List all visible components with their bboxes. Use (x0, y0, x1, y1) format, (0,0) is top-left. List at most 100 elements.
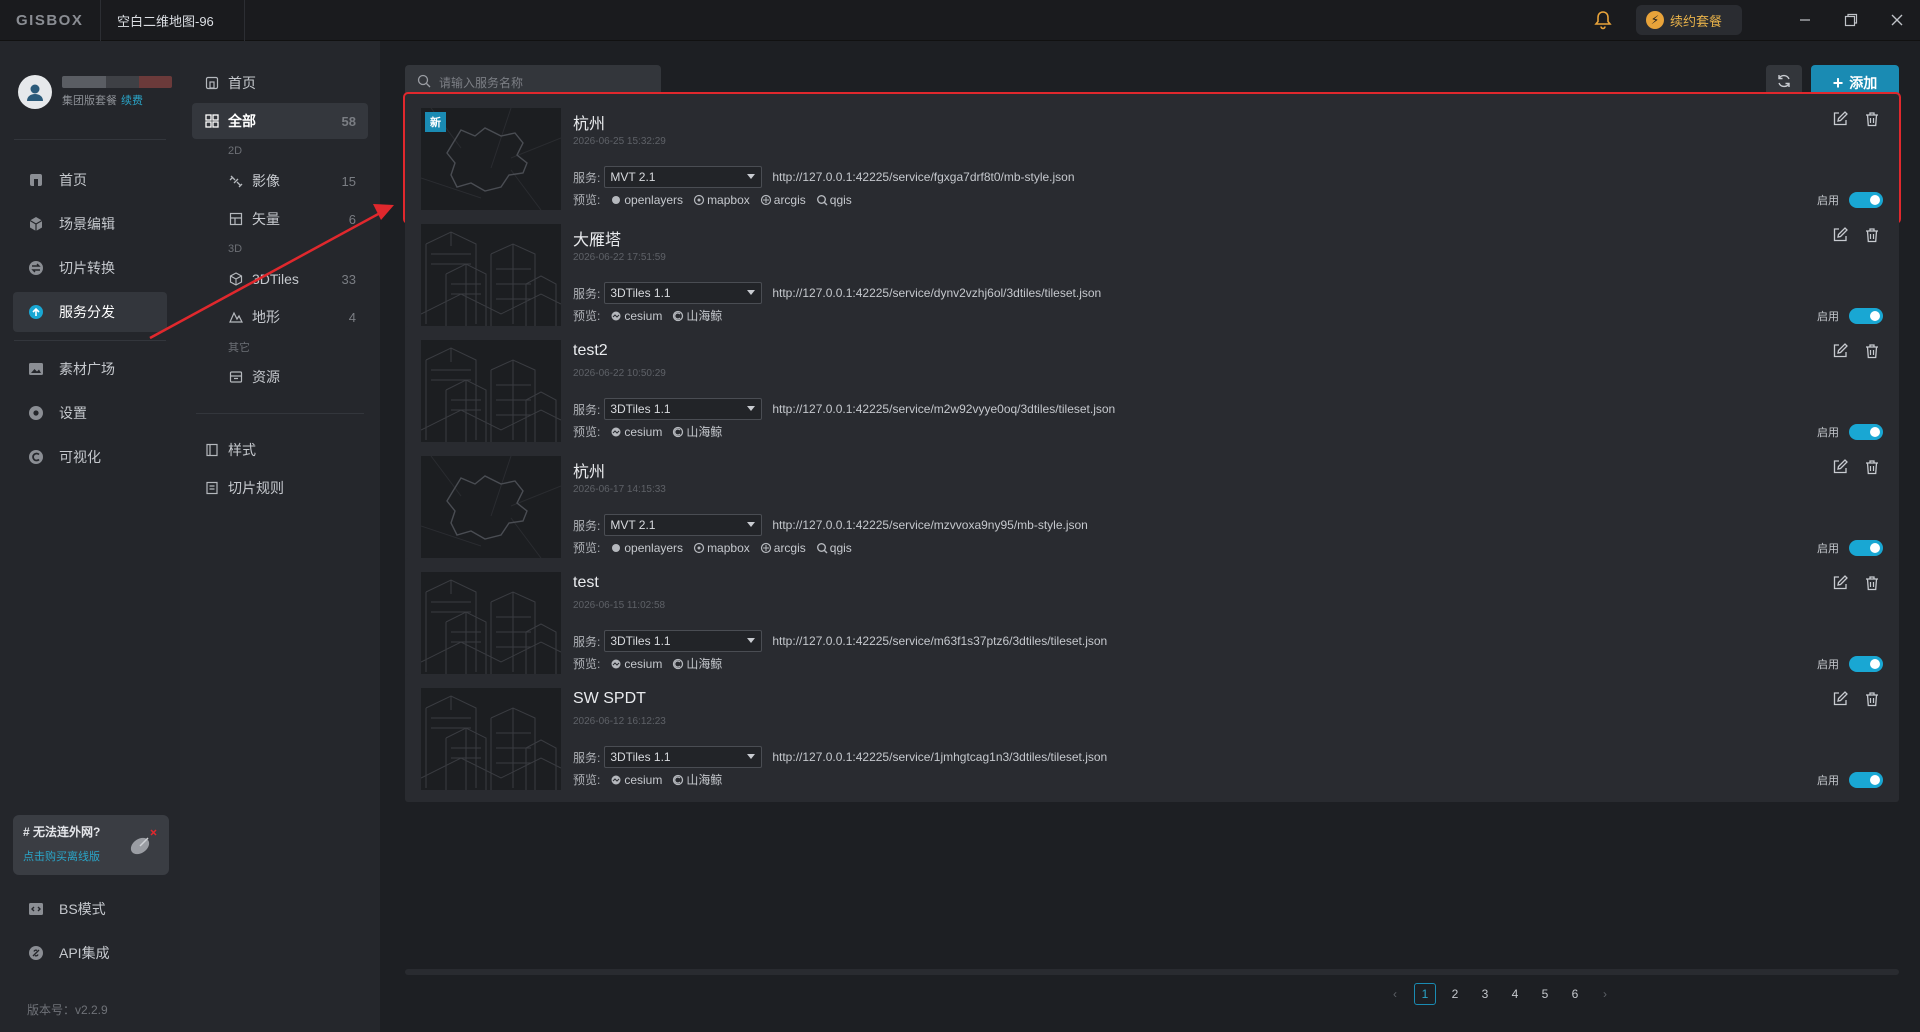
service-type-value: 3DTiles 1.1 (610, 402, 671, 416)
service-type-select[interactable]: 3DTiles 1.1 (604, 398, 763, 420)
openlayers-icon (610, 542, 622, 554)
nav-scene-edit[interactable]: 场景编辑 (13, 204, 167, 244)
renew-plan-button[interactable]: ⚡ 续约套餐 (1636, 5, 1742, 35)
document-tab[interactable]: 空白二维地图-96 (100, 0, 245, 41)
close-button[interactable] (1874, 0, 1920, 41)
service-url[interactable]: http://127.0.0.1:42225/service/fgxga7drf… (772, 170, 1074, 184)
service-type-select[interactable]: MVT 2.1 (604, 514, 763, 536)
preview-link-qgis[interactable]: qgis (816, 541, 852, 555)
cesium-icon (610, 658, 622, 670)
category-imagery[interactable]: 影像 15 (192, 163, 368, 199)
preview-link-arcgis[interactable]: arcgis (760, 193, 806, 207)
edit-icon[interactable] (1831, 226, 1849, 244)
trash-icon[interactable] (1863, 690, 1881, 708)
preview-link-openlayers[interactable]: openlayers (610, 541, 683, 555)
preview-link-山海鲸[interactable]: 山海鲸 (672, 655, 722, 672)
service-url[interactable]: http://127.0.0.1:42225/service/dynv2vzhj… (772, 286, 1101, 300)
service-card[interactable]: SW SPDT 2026-06-12 16:12:23 服务: 3DTiles … (405, 674, 1899, 802)
category-style[interactable]: 样式 (192, 432, 368, 468)
nav-api[interactable]: API集成 (13, 933, 167, 973)
enable-toggle[interactable] (1849, 772, 1883, 788)
minimize-button[interactable] (1782, 0, 1828, 41)
service-label: 服务: (573, 634, 601, 649)
service-thumbnail[interactable] (421, 340, 561, 442)
service-thumbnail[interactable]: 新 (421, 108, 561, 210)
preview-link-山海鲸[interactable]: 山海鲸 (672, 423, 722, 440)
nav-asset-square[interactable]: 素材广场 (13, 349, 167, 389)
service-type-value: 3DTiles 1.1 (610, 634, 671, 648)
nav-visualization[interactable]: 可视化 (13, 437, 167, 477)
edit-icon[interactable] (1831, 110, 1849, 128)
preview-link-openlayers[interactable]: openlayers (610, 193, 683, 207)
trash-icon[interactable] (1863, 574, 1881, 592)
service-url[interactable]: http://127.0.0.1:42225/service/1jmhgtcag… (772, 750, 1107, 764)
trash-icon[interactable] (1863, 226, 1881, 244)
preview-link-mapbox[interactable]: mapbox (693, 541, 750, 555)
service-type-select[interactable]: 3DTiles 1.1 (604, 630, 763, 652)
page-button[interactable]: 2 (1444, 983, 1466, 1005)
page-button[interactable]: 3 (1474, 983, 1496, 1005)
service-card[interactable]: 新 杭州 2026-06-25 15:32:29 服务: MVT 2.1 htt… (403, 92, 1901, 224)
category-tile-rules[interactable]: 切片规则 (192, 470, 368, 506)
page-button[interactable]: 1 (1414, 983, 1436, 1005)
service-thumbnail[interactable] (421, 456, 561, 558)
enable-toggle[interactable] (1849, 192, 1883, 208)
service-url[interactable]: http://127.0.0.1:42225/service/m2w92vyye… (772, 402, 1115, 416)
category-all[interactable]: 全部 58 (192, 103, 368, 139)
service-card[interactable]: test 2026-06-15 11:02:58 服务: 3DTiles 1.1… (405, 558, 1899, 686)
service-type-select[interactable]: MVT 2.1 (604, 166, 763, 188)
preview-link-qgis[interactable]: qgis (816, 193, 852, 207)
service-type-select[interactable]: 3DTiles 1.1 (604, 746, 763, 768)
service-type-select[interactable]: 3DTiles 1.1 (604, 282, 763, 304)
user-profile[interactable]: 集团版套餐 续费 (0, 41, 180, 121)
category-3dtiles[interactable]: 3DTiles 33 (192, 261, 368, 297)
next-page-button[interactable]: › (1594, 983, 1616, 1005)
preview-label: 山海鲸 (686, 425, 723, 439)
preview-link-山海鲸[interactable]: 山海鲸 (672, 307, 722, 324)
enable-toggle[interactable] (1849, 656, 1883, 672)
edit-icon[interactable] (1831, 574, 1849, 592)
preview-link-cesium[interactable]: cesium (610, 309, 662, 323)
nav-tile-convert[interactable]: 切片转换 (13, 248, 167, 288)
service-url[interactable]: http://127.0.0.1:42225/service/m63f1s37p… (772, 634, 1107, 648)
edit-icon[interactable] (1831, 690, 1849, 708)
preview-link-cesium[interactable]: cesium (610, 773, 662, 787)
enable-toggle[interactable] (1849, 308, 1883, 324)
preview-link-cesium[interactable]: cesium (610, 657, 662, 671)
service-card[interactable]: 大雁塔 2026-06-22 17:51:59 服务: 3DTiles 1.1 … (405, 210, 1899, 338)
category-terrain[interactable]: 地形 4 (192, 299, 368, 335)
nav-service-dist[interactable]: 服务分发 (13, 292, 167, 332)
service-thumbnail[interactable] (421, 224, 561, 326)
trash-icon[interactable] (1863, 342, 1881, 360)
enable-toggle[interactable] (1849, 540, 1883, 556)
preview-link-arcgis[interactable]: arcgis (760, 541, 806, 555)
restore-button[interactable] (1828, 0, 1874, 41)
preview-link-山海鲸[interactable]: 山海鲸 (672, 771, 722, 788)
edit-icon[interactable] (1831, 342, 1849, 360)
bell-icon[interactable] (1592, 9, 1614, 31)
page-button[interactable]: 5 (1534, 983, 1556, 1005)
service-thumbnail[interactable] (421, 688, 561, 790)
nav-bs-mode[interactable]: BS模式 (13, 889, 167, 929)
service-thumbnail[interactable] (421, 572, 561, 674)
renew-link[interactable]: 续费 (121, 95, 143, 107)
search-input[interactable] (439, 75, 639, 90)
offline-promo-card[interactable]: # 无法连外网? 点击购买离线版 (13, 815, 169, 875)
category-vector[interactable]: 矢量 6 (192, 201, 368, 237)
page-button[interactable]: 4 (1504, 983, 1526, 1005)
trash-icon[interactable] (1863, 110, 1881, 128)
service-url[interactable]: http://127.0.0.1:42225/service/mzvvoxa9n… (772, 518, 1088, 532)
category-resource[interactable]: 资源 (192, 359, 368, 395)
page-button[interactable]: 6 (1564, 983, 1586, 1005)
prev-page-button[interactable]: ‹ (1384, 983, 1406, 1005)
edit-icon[interactable] (1831, 458, 1849, 476)
enable-toggle[interactable] (1849, 424, 1883, 440)
service-card[interactable]: 杭州 2026-06-17 14:15:33 服务: MVT 2.1 http:… (405, 442, 1899, 570)
service-card[interactable]: test2 2026-06-22 10:50:29 服务: 3DTiles 1.… (405, 326, 1899, 454)
preview-link-mapbox[interactable]: mapbox (693, 193, 750, 207)
category-home[interactable]: 首页 (192, 65, 368, 101)
nav-home[interactable]: 首页 (13, 160, 167, 200)
nav-settings[interactable]: 设置 (13, 393, 167, 433)
trash-icon[interactable] (1863, 458, 1881, 476)
preview-link-cesium[interactable]: cesium (610, 425, 662, 439)
